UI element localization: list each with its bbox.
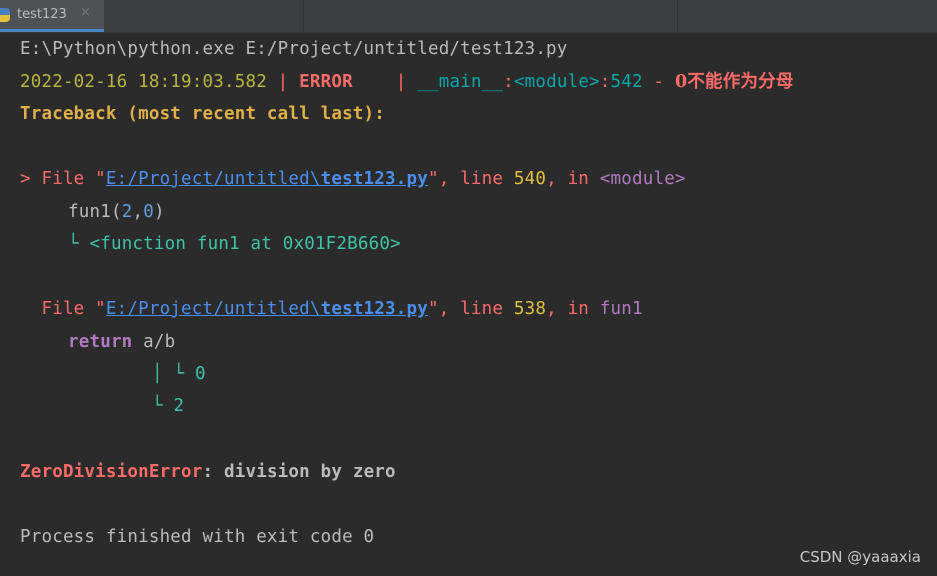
frame-prefix: > File " (20, 169, 106, 189)
variable-value: 0 (194, 364, 206, 384)
variable-marker: └ (152, 396, 174, 416)
log-separator: | (266, 72, 300, 92)
file-name-link[interactable]: test123.py (321, 299, 428, 319)
frame-1-variable: └ <function fun1 at 0x01F2B660> (68, 232, 401, 256)
tab-label: test123 (17, 7, 67, 22)
watermark: CSDN @yaaaxia (799, 548, 921, 566)
frame-line-number: 540 (513, 169, 547, 189)
frame-2-variable-a: └ 2 (152, 394, 184, 418)
code-expression: a/b (132, 332, 176, 352)
file-name-link[interactable]: test123.py (321, 169, 428, 189)
log-level: ERROR (299, 72, 386, 92)
tab-divider (677, 0, 678, 32)
close-icon[interactable]: × (80, 5, 91, 20)
code-arg: 0 (143, 202, 154, 222)
frame-quote: " (427, 299, 439, 319)
traceback-frame-1: > File "E:/Project/untitled\test123.py",… (20, 167, 686, 191)
log-function: <module> (513, 72, 600, 92)
exception-name: ZeroDivisionError (20, 462, 203, 482)
frame-function: fun1 (599, 299, 643, 319)
traceback-header: Traceback (most recent call last): (20, 104, 386, 124)
variable-value: 2 (173, 396, 185, 416)
frame-in-label: , in (546, 169, 600, 189)
tab-divider (303, 0, 304, 32)
log-colon: : (599, 72, 611, 92)
log-message: 0不能作为分母 (674, 72, 794, 92)
log-separator: | (385, 72, 418, 92)
exception-message: division by zero (213, 462, 396, 482)
frame-line-label: , line (438, 169, 514, 189)
traceback-frame-2: File "E:/Project/untitled\test123.py", l… (20, 297, 643, 321)
frame-line-label: , line (438, 299, 514, 319)
log-line-number: 542 (610, 72, 643, 92)
log-error-line: 2022-02-16 18:19:03.582 | ERROR | __main… (20, 70, 794, 94)
frame-line-number: 538 (513, 299, 547, 319)
editor-tab-bar: test123 × (0, 0, 937, 33)
code-call: fun1( (68, 202, 122, 222)
code-keyword: return (68, 332, 133, 352)
frame-in-label: , in (546, 299, 600, 319)
frame-2-code: return a/b (68, 330, 175, 354)
frame-quote: " (427, 169, 439, 189)
frame-1-code: fun1(2,0) (68, 200, 165, 224)
log-dash: - (642, 72, 675, 92)
frame-function: <module> (599, 169, 686, 189)
variable-marker: │ └ (152, 364, 195, 384)
tab-test123[interactable]: test123 × (0, 0, 104, 32)
log-timestamp: 2022-02-16 18:19:03.582 (20, 72, 267, 92)
frame-prefix: File " (20, 299, 106, 319)
code-paren: ) (153, 202, 165, 222)
file-path-link[interactable]: E:/Project/untitled\ (106, 169, 321, 189)
code-comma: , (132, 202, 144, 222)
file-path-link[interactable]: E:/Project/untitled\ (106, 299, 321, 319)
variable-marker: └ (68, 234, 90, 254)
log-logger-name: __main__ (417, 72, 504, 92)
log-colon: : (503, 72, 514, 92)
run-console-output: E:\Python\python.exe E:/Project/untitled… (0, 32, 937, 576)
variable-value: <function fun1 at 0x01F2B660> (89, 234, 401, 254)
exception-colon: : (202, 462, 214, 482)
exit-status: Process finished with exit code 0 (20, 527, 375, 547)
python-file-icon (0, 8, 10, 22)
exception-line: ZeroDivisionError: division by zero (20, 460, 396, 484)
command-line: E:\Python\python.exe E:/Project/untitled… (20, 39, 568, 59)
frame-2-variable-b: │ └ 0 (152, 362, 206, 386)
code-arg: 2 (121, 202, 133, 222)
